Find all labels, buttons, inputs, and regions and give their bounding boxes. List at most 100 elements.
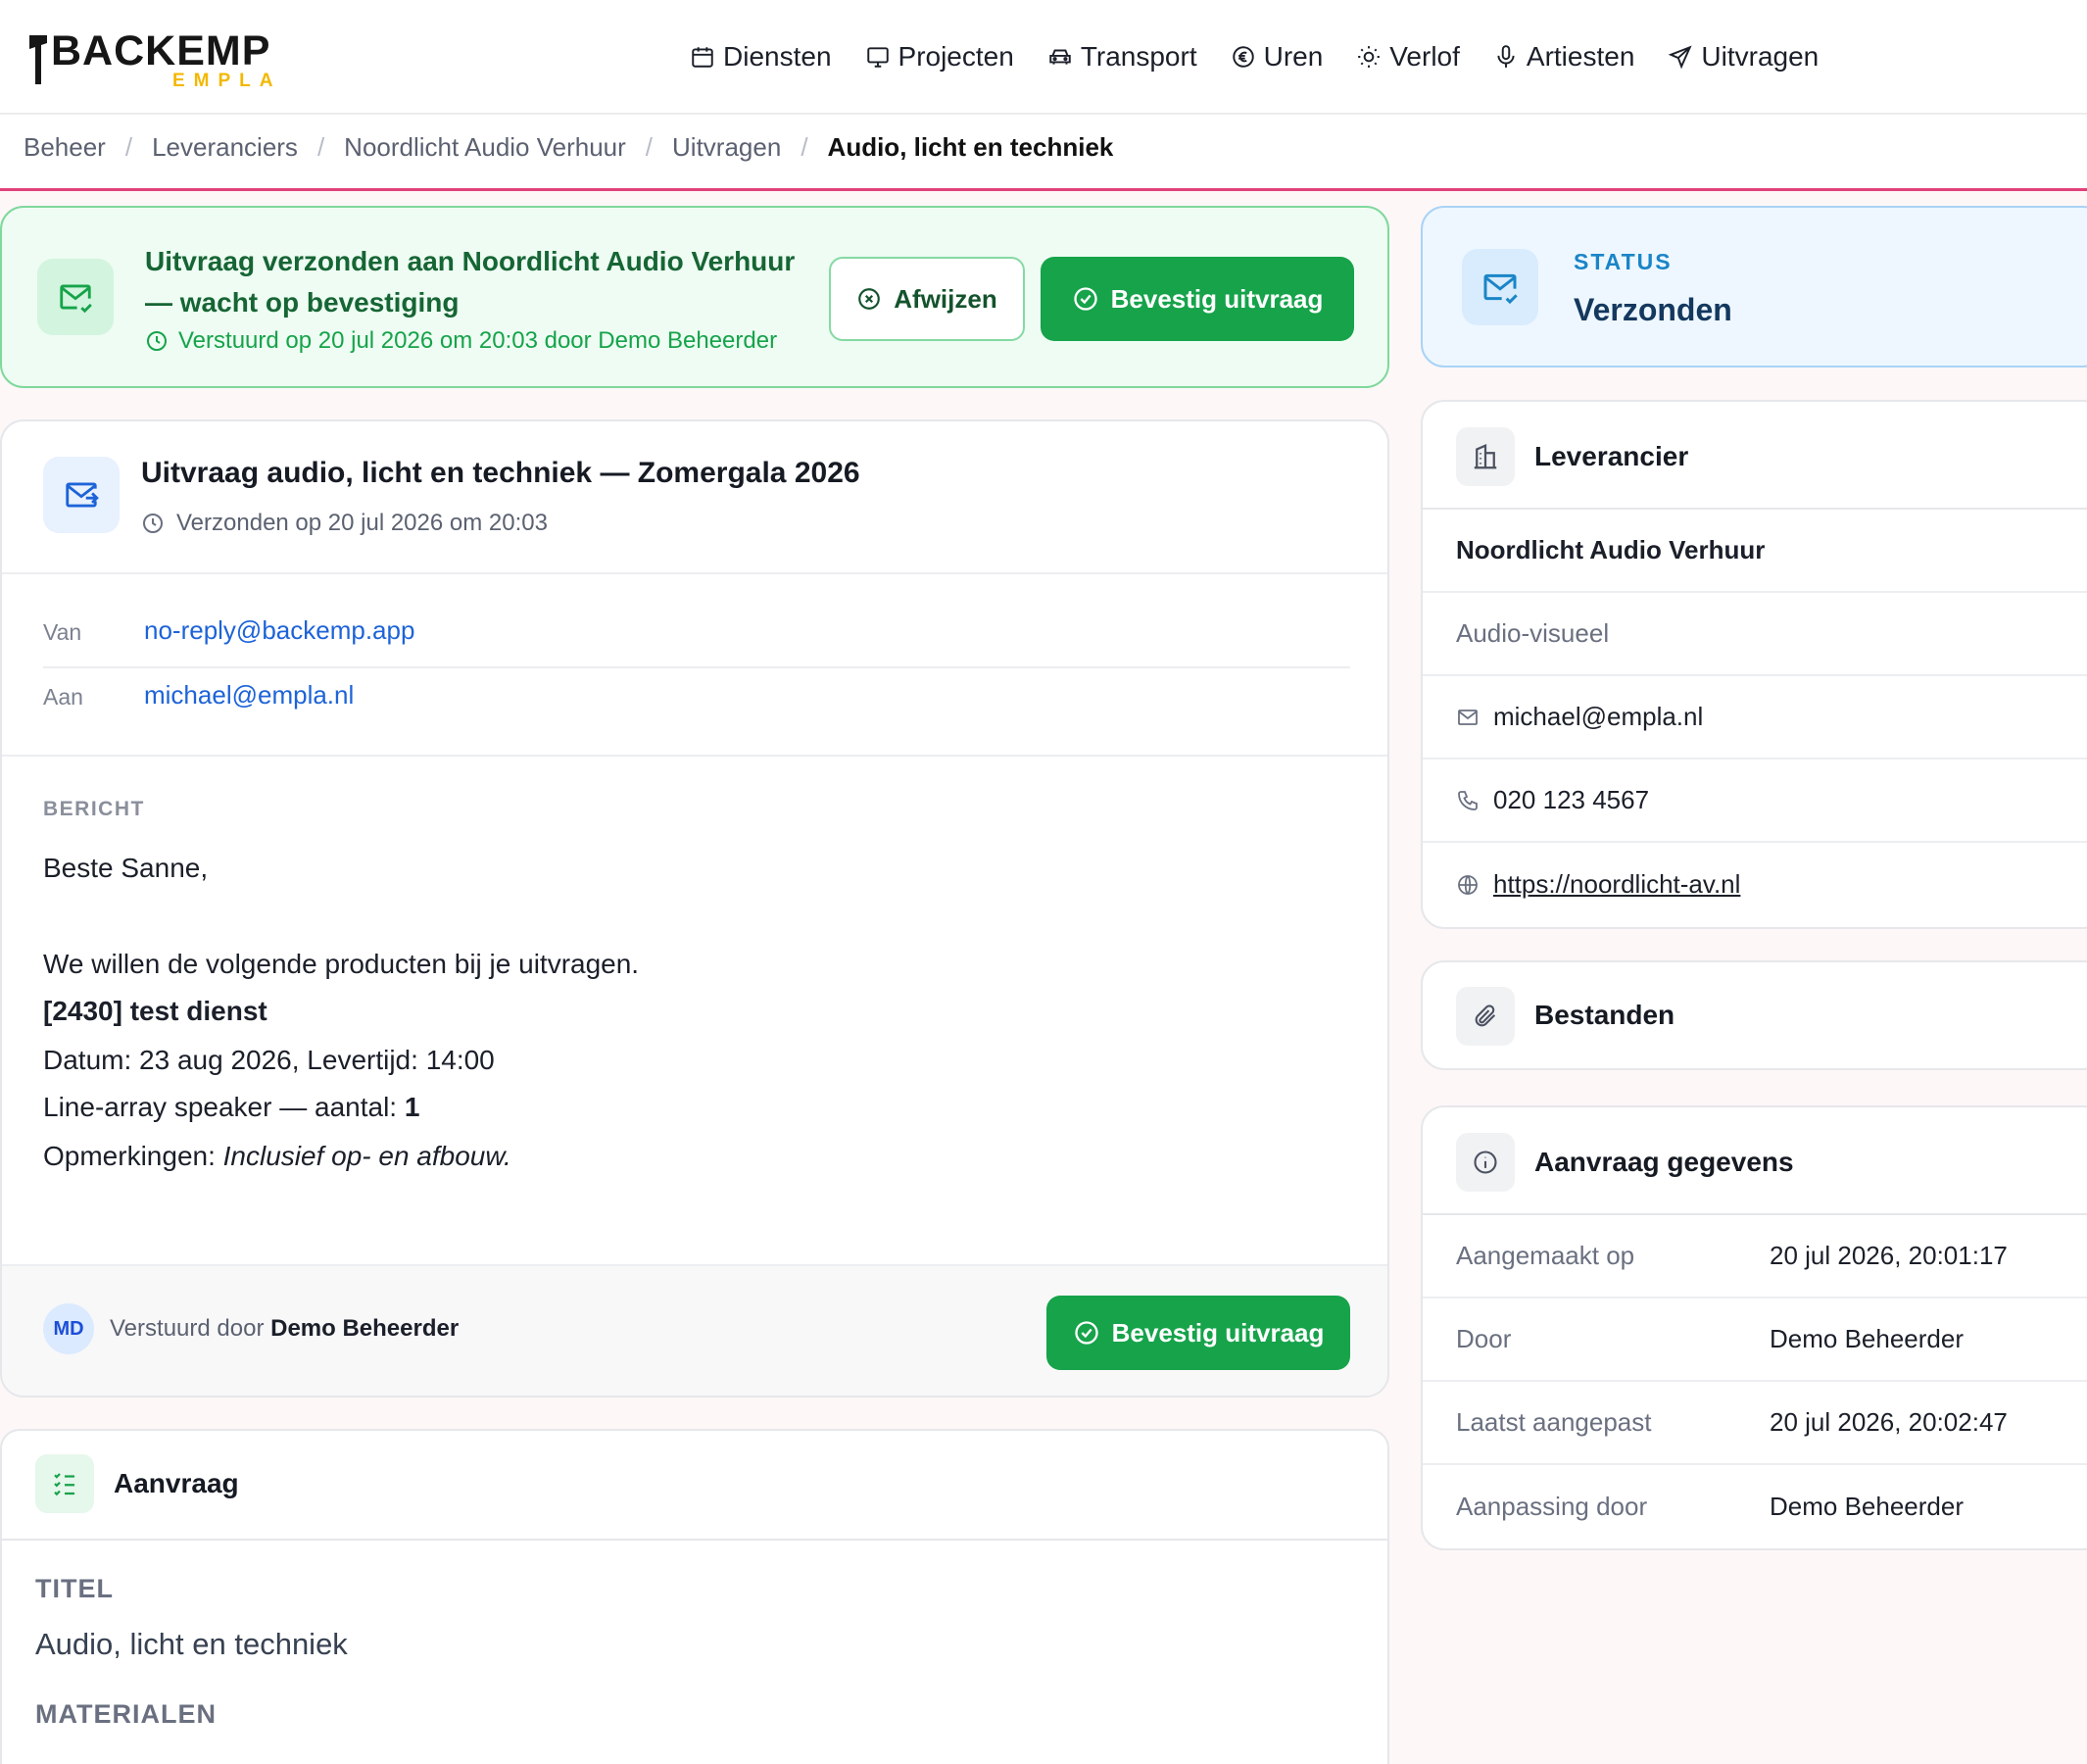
nav-transport[interactable]: Transport — [1047, 41, 1197, 73]
status-label: STATUS — [1574, 249, 1673, 274]
breadcrumb-uitvragen[interactable]: Uitvragen — [672, 132, 781, 163]
supplier-phone-row[interactable]: 020 123 4567 — [1423, 760, 2087, 843]
send-icon — [1669, 45, 1693, 70]
mail-check-icon — [1483, 273, 1518, 305]
breadcrumb-separator: / — [316, 132, 325, 162]
remarks-text: Inclusief op- en afbouw. — [222, 1141, 511, 1171]
brand-logo[interactable]: BACKEMP EMPLA — [25, 27, 273, 91]
supplier-name: Noordlicht Audio Verhuur — [1423, 510, 2087, 593]
divider — [43, 666, 1350, 668]
sent-by: Verstuurd door Demo Beheerder — [110, 1315, 459, 1343]
message-remarks-line: Opmerkingen: Inclusief op- en afbouw. — [43, 1141, 511, 1172]
message-label: BERICHT — [43, 798, 145, 820]
request-icon-box — [35, 1454, 94, 1513]
mail-icon — [1458, 709, 1478, 725]
nav-uitvragen[interactable]: Uitvragen — [1668, 41, 1819, 73]
from-email-link[interactable]: no-reply@backemp.app — [144, 615, 414, 646]
request-card: Aanvraag TITEL Audio, licht en techniek … — [0, 1429, 1389, 1764]
detail-key: Aanpassing door — [1456, 1492, 1648, 1521]
message-item-title: [2430] test dienst — [43, 996, 267, 1026]
supplier-header: Leverancier — [1423, 402, 2087, 510]
detail-row: Laatst aangepast 20 jul 2026, 20:02:47 — [1423, 1382, 2087, 1465]
files-header-title: Bestanden — [1534, 1000, 1675, 1030]
nav-diensten[interactable]: Diensten — [690, 41, 832, 73]
message-date-line: Datum: 23 aug 2026, Levertijd: 14:00 — [43, 1045, 495, 1075]
breadcrumb-separator: / — [124, 132, 133, 162]
nav-label: Uren — [1263, 41, 1324, 72]
confirm-label: Bevestig uitvraag — [1110, 283, 1324, 314]
breadcrumb-bar: Beheer / Leveranciers / Noordlicht Audio… — [0, 115, 2087, 191]
paperclip-icon — [1475, 1004, 1496, 1027]
to-email-link[interactable]: michael@empla.nl — [144, 680, 354, 710]
message-greeting: Beste Sanne, — [43, 853, 209, 883]
divider — [2, 572, 1387, 574]
confirm-button-bottom[interactable]: Bevestig uitvraag — [1046, 1296, 1350, 1370]
reject-button[interactable]: Afwijzen — [829, 257, 1025, 341]
supplier-icon-box — [1456, 427, 1515, 486]
product-text: Line-array speaker — aantal: — [43, 1092, 405, 1122]
building-icon — [1474, 444, 1497, 469]
files-panel: Bestanden — [1421, 960, 2087, 1070]
car-icon — [1049, 49, 1071, 65]
nav-label: Projecten — [898, 41, 1014, 72]
confirm-label: Bevestig uitvraag — [1111, 1317, 1325, 1348]
supplier-email: michael@empla.nl — [1493, 702, 1704, 731]
details-header: Aanvraag gegevens — [1423, 1107, 2087, 1215]
breadcrumb-supplier[interactable]: Noordlicht Audio Verhuur — [344, 132, 626, 163]
request-title: Aanvraag — [114, 1468, 239, 1498]
banner-icon-box — [37, 259, 114, 335]
supplier-website-link: https://noordlicht-av.nl — [1493, 869, 1741, 899]
mail-sent-text: Verzonden op 20 jul 2026 om 20:03 — [176, 510, 548, 536]
request-title-label: TITEL — [35, 1574, 114, 1603]
sun-icon — [1358, 46, 1381, 68]
nav-label: Diensten — [723, 41, 832, 72]
supplier-website-row[interactable]: https://noordlicht-av.nl — [1423, 843, 2087, 926]
request-title-value: Audio, licht en techniek — [35, 1627, 348, 1661]
breadcrumb: Beheer / Leveranciers / Noordlicht Audio… — [24, 132, 1113, 163]
status-banner: Uitvraag verzonden aan Noordlicht Audio … — [0, 206, 1389, 388]
mail-footer: MD Verstuurd door Demo Beheerder Bevesti… — [2, 1264, 1387, 1396]
nav-label: Transport — [1080, 41, 1197, 72]
supplier-category: Audio-visueel — [1423, 593, 2087, 676]
breadcrumb-beheer[interactable]: Beheer — [24, 132, 106, 163]
nav-projecten[interactable]: Projecten — [865, 41, 1014, 73]
details-icon-box — [1456, 1133, 1515, 1192]
detail-value: Demo Beheerder — [1770, 1324, 1964, 1353]
nav-verlof[interactable]: Verlof — [1356, 41, 1460, 73]
divider — [2, 755, 1387, 757]
mail-title: Uitvraag audio, licht en techniek — Zome… — [141, 457, 860, 489]
message-intro: We willen de volgende producten bij je u… — [43, 949, 640, 979]
confirm-button-top[interactable]: Bevestig uitvraag — [1041, 257, 1354, 341]
detail-key: Aangemaakt op — [1456, 1241, 1635, 1270]
mail-card: Uitvraag audio, licht en techniek — Zome… — [0, 419, 1389, 1397]
from-label: Van — [43, 619, 82, 645]
info-icon — [1474, 1151, 1497, 1174]
sent-by-prefix: Verstuurd door — [110, 1315, 271, 1342]
check-circle-icon — [1073, 287, 1097, 311]
details-panel: Aanvraag gegevens Aangemaakt op 20 jul 2… — [1421, 1105, 2087, 1550]
supplier-panel: Leverancier Noordlicht Audio Verhuur Aud… — [1421, 400, 2087, 929]
nav-uren[interactable]: Uren — [1231, 41, 1324, 73]
check-circle-icon — [1074, 1321, 1098, 1345]
reject-label: Afwijzen — [894, 283, 997, 314]
euro-icon — [1232, 46, 1254, 68]
clock-icon — [147, 331, 167, 351]
supplier-email-row[interactable]: michael@empla.nl — [1423, 676, 2087, 760]
breadcrumb-separator: / — [801, 132, 808, 162]
globe-icon — [1458, 874, 1478, 895]
detail-value: 20 jul 2026, 20:01:17 — [1770, 1241, 2008, 1270]
banner-title: Uitvraag verzonden aan Noordlicht Audio … — [145, 246, 796, 318]
nav-artiesten[interactable]: Artiesten — [1493, 41, 1634, 73]
breadcrumb-leveranciers[interactable]: Leveranciers — [152, 132, 298, 163]
product-quantity: 1 — [404, 1092, 420, 1122]
status-icon-box — [1462, 249, 1538, 325]
remarks-label: Opmerkingen: — [43, 1141, 223, 1171]
sent-by-name: Demo Beheerder — [270, 1315, 460, 1342]
detail-key: Laatst aangepast — [1456, 1407, 1652, 1437]
phone-icon — [1458, 790, 1478, 810]
detail-row: Door Demo Beheerder — [1423, 1298, 2087, 1382]
calendar-icon — [692, 47, 713, 68]
banner-meta-text: Verstuurd op 20 jul 2026 om 20:03 door D… — [178, 327, 778, 354]
supplier-phone: 020 123 4567 — [1493, 785, 1650, 814]
detail-row: Aangemaakt op 20 jul 2026, 20:01:17 — [1423, 1215, 2087, 1298]
